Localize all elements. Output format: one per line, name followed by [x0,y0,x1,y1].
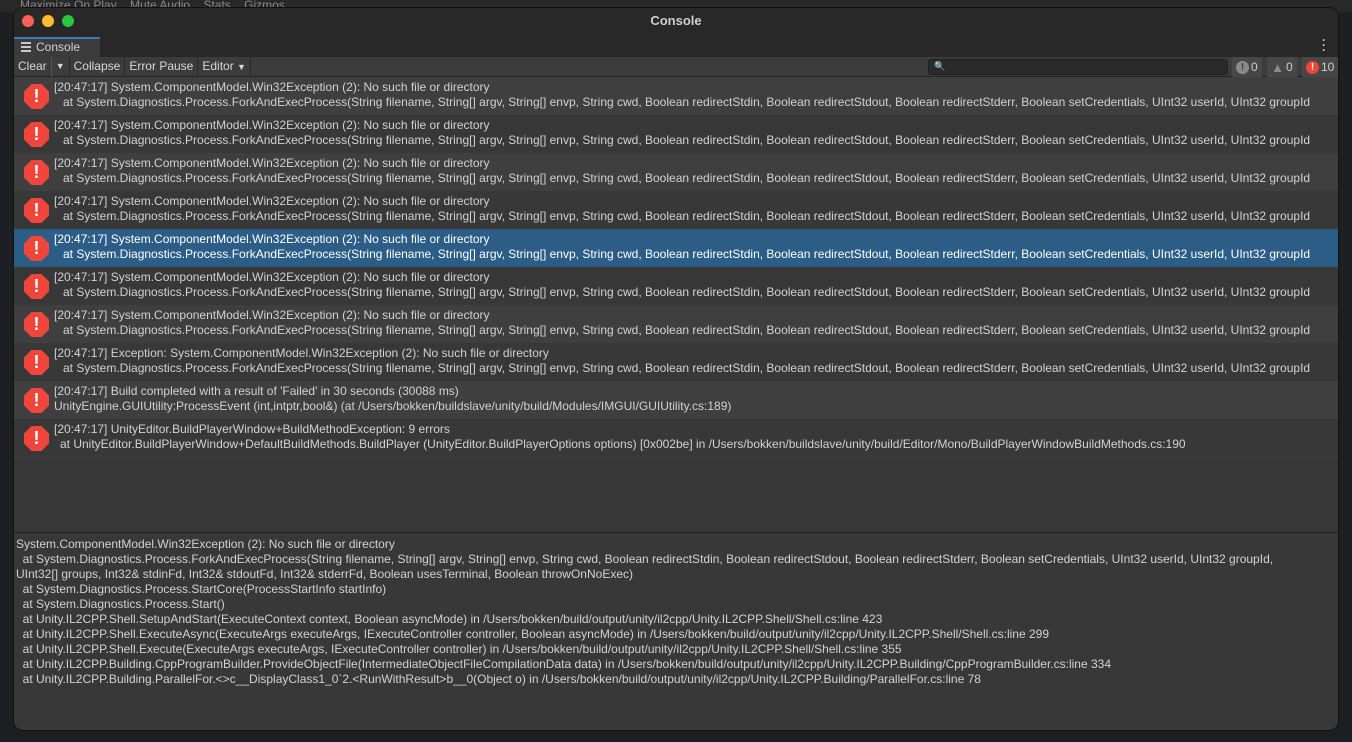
zoom-button[interactable] [62,15,74,27]
error-count: 10 [1321,60,1335,74]
detail-line: at Unity.IL2CPP.Shell.SetupAndStart(Exec… [16,612,883,626]
error-icon: ! [24,160,49,185]
error-icon: ! [24,84,49,109]
log-entry[interactable]: ! [20:47:17] UnityEditor.BuildPlayerWindo… [14,419,1338,457]
search-icon: 🔍 [934,61,946,71]
console-window: Console Console · · · Clear ▼ Collapse Err… [13,7,1339,731]
detail-line: at Unity.IL2CPP.Shell.ExecuteAsync(Execu… [16,627,1049,641]
clear-options-dropdown[interactable]: ▼ [52,56,70,77]
error-pause-button[interactable]: Error Pause [125,56,199,77]
log-entry[interactable]: ! [20:47:17] System.ComponentModel.Win32E… [14,305,1338,343]
error-icon: ! [24,274,49,299]
log-entry-selected[interactable]: ! [20:47:17] System.ComponentModel.Win32E… [14,229,1338,267]
warning-count: 0 [1286,60,1293,74]
error-icon: ! [24,122,49,147]
more-options-icon[interactable]: · · · [1322,34,1326,56]
tab-label: Console [36,40,81,54]
log-entry[interactable]: ! [20:47:17] System.ComponentModel.Win32E… [14,267,1338,305]
clear-button[interactable]: Clear [14,56,52,77]
detail-line: at Unity.IL2CPP.Shell.Execute(ExecuteArg… [16,642,902,656]
warning-filter-toggle[interactable]: ▲ 0 [1267,57,1297,77]
chevron-down-icon: ▼ [237,61,246,72]
tab-console[interactable]: Console [14,37,100,57]
entry-message: [20:47:17] System.ComponentModel.Win32Ex… [54,80,490,94]
entry-message: [20:47:17] System.ComponentModel.Win32Ex… [54,194,490,208]
detail-line: at System.Diagnostics.Process.Start() [16,597,225,611]
detail-line: UInt32[] groups, Int32& stdinFd, Int32& … [16,567,633,581]
error-icon: ! [24,198,49,223]
entry-message: [20:47:17] Build completed with a result… [54,384,459,398]
console-toolbar: Clear ▼ Collapse Error Pause Editor ▼ 🔍 … [14,56,1338,77]
detail-line: at System.Diagnostics.Process.ForkAndExe… [16,552,1274,566]
tab-bar: Console · · · [14,34,1338,57]
entry-message: [20:47:17] UnityEditor.BuildPlayerWindow… [54,422,450,436]
log-entry[interactable]: ! [20:47:17] Build completed with a resul… [14,381,1338,419]
error-icon: ! [1306,60,1319,74]
entry-message: [20:47:17] System.ComponentModel.Win32Ex… [54,308,490,322]
entry-message: [20:47:17] System.ComponentModel.Win32Ex… [54,270,490,284]
error-icon: ! [24,312,49,337]
console-icon [21,42,31,52]
error-icon: ! [24,350,49,375]
entry-message: [20:47:17] Exception: System.ComponentMo… [54,346,549,360]
window-title: Console [650,13,702,28]
list-empty-area [14,457,1338,533]
info-icon: ! [1236,60,1249,74]
entry-stack: at System.Diagnostics.Process.ForkAndExe… [63,285,1311,299]
log-entry[interactable]: ! [20:47:17] System.ComponentModel.Win32E… [14,115,1338,153]
error-icon: ! [24,236,49,261]
entry-stack: at System.Diagnostics.Process.ForkAndExe… [63,323,1311,337]
entry-message: [20:47:17] System.ComponentModel.Win32Ex… [54,118,490,132]
close-button[interactable] [22,15,34,27]
editor-dropdown[interactable]: Editor ▼ [198,56,251,77]
info-count: 0 [1251,60,1258,74]
entry-stack: at System.Diagnostics.Process.ForkAndExe… [63,247,1311,261]
minimize-button[interactable] [42,15,54,27]
log-entry[interactable]: ! [20:47:17] System.ComponentModel.Win32E… [14,191,1338,229]
entry-stack: at System.Diagnostics.Process.ForkAndExe… [63,133,1311,147]
detail-line: at Unity.IL2CPP.Building.ParallelFor.<>c… [16,672,981,686]
log-list[interactable]: ! [20:47:17] System.ComponentModel.Win32E… [14,77,1338,457]
editor-label: Editor [202,58,234,73]
stack-trace-detail[interactable]: System.ComponentModel.Win32Exception (2)… [14,533,1338,691]
detail-line: at System.Diagnostics.Process.StartCore(… [16,582,387,596]
title-bar: Console [14,8,1338,35]
entry-stack: at UnityEditor.BuildPlayerWindow+Default… [60,437,1186,451]
info-filter-toggle[interactable]: ! 0 [1232,57,1262,77]
collapse-button[interactable]: Collapse [70,56,126,77]
search-input[interactable]: 🔍 [928,59,1228,75]
entry-stack: at System.Diagnostics.Process.ForkAndExe… [63,361,1311,375]
entry-stack: at System.Diagnostics.Process.ForkAndExe… [63,95,1311,109]
detail-line: System.ComponentModel.Win32Exception (2)… [16,537,395,551]
log-entry[interactable]: ! [20:47:17] Exception: System.ComponentM… [14,343,1338,381]
detail-line: at Unity.IL2CPP.Building.CppProgramBuild… [16,657,1112,671]
log-entry[interactable]: ! [20:47:17] System.ComponentModel.Win32E… [14,153,1338,191]
log-entry[interactable]: ! [20:47:17] System.ComponentModel.Win32E… [14,77,1338,115]
error-icon: ! [24,426,49,451]
entry-message: [20:47:17] System.ComponentModel.Win32Ex… [54,232,490,246]
entry-stack: UnityEngine.GUIUtility:ProcessEvent (int… [54,399,732,413]
entry-stack: at System.Diagnostics.Process.ForkAndExe… [63,171,1311,185]
warning-icon: ▲ [1271,59,1284,75]
entry-stack: at System.Diagnostics.Process.ForkAndExe… [63,209,1311,223]
error-icon: ! [24,388,49,413]
entry-message: [20:47:17] System.ComponentModel.Win32Ex… [54,156,490,170]
error-filter-toggle[interactable]: ! 10 [1302,57,1338,77]
